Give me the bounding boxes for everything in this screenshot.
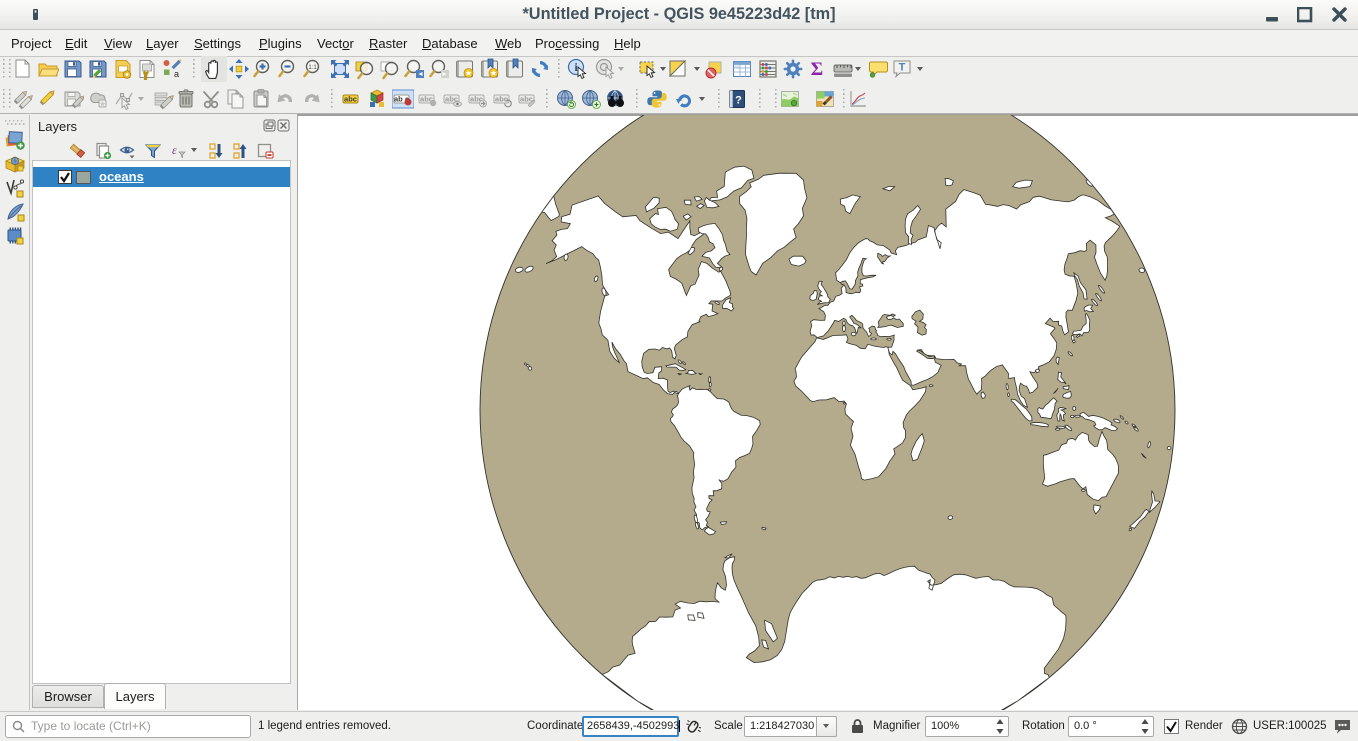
svg-text:Σ: Σ <box>811 59 823 80</box>
svg-text:T: T <box>899 62 906 74</box>
svg-text:?: ? <box>735 95 742 107</box>
svg-text:ε: ε <box>172 143 177 157</box>
svg-text:abc: abc <box>344 94 357 103</box>
svg-text:abc: abc <box>495 94 508 103</box>
svg-text:1:1: 1:1 <box>308 65 317 71</box>
svg-text:a: a <box>174 69 179 79</box>
